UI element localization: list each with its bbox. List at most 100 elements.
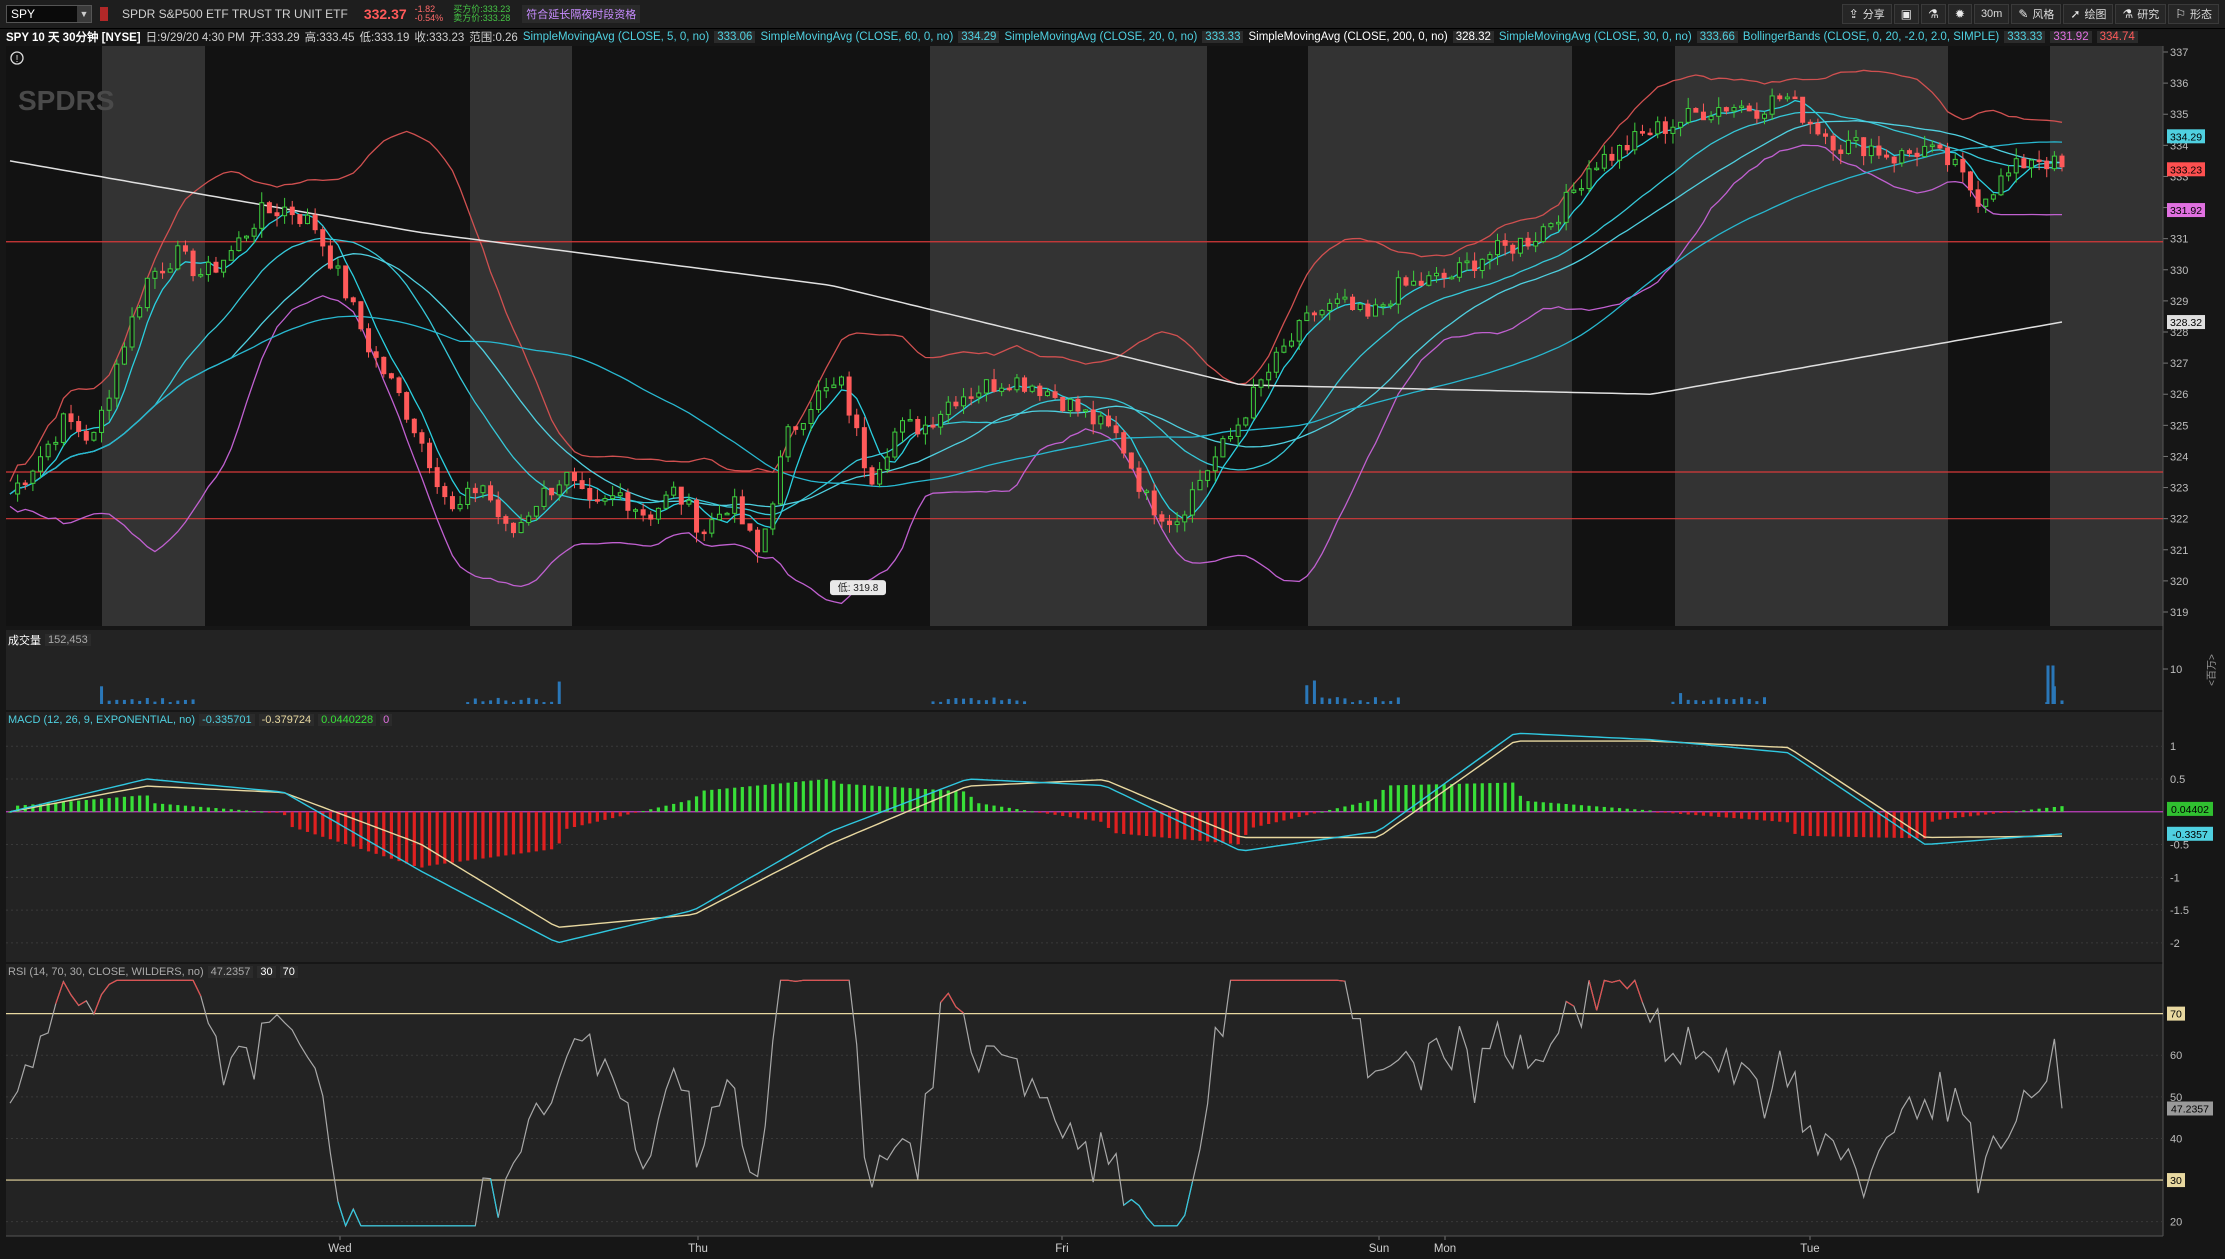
macd-histogram-bar bbox=[435, 811, 439, 865]
macd-histogram-bar bbox=[1145, 811, 1149, 837]
candle bbox=[1548, 223, 1554, 228]
candle bbox=[1388, 303, 1394, 307]
candle bbox=[1319, 309, 1325, 316]
candle bbox=[549, 487, 555, 496]
candle bbox=[1105, 415, 1111, 427]
candle bbox=[1929, 144, 1935, 148]
macd-histogram-bar bbox=[1488, 783, 1492, 812]
volume-bar bbox=[138, 700, 142, 704]
candle bbox=[1639, 131, 1645, 134]
volume-title: 成交量 152,453 bbox=[8, 632, 95, 648]
candle bbox=[1403, 277, 1409, 286]
candle bbox=[411, 418, 417, 434]
volume-bar bbox=[1023, 701, 1027, 704]
macd-histogram-bar bbox=[839, 783, 844, 812]
macd-histogram-bar bbox=[1228, 811, 1233, 844]
candle bbox=[106, 397, 112, 411]
candle bbox=[83, 430, 89, 441]
macd-histogram-bar bbox=[755, 785, 760, 812]
macd-histogram-bar bbox=[1465, 783, 1469, 812]
candle bbox=[1136, 467, 1142, 492]
rsi-level-label: 70 bbox=[2170, 1009, 2182, 1021]
macd-histogram-bar bbox=[206, 807, 210, 812]
candle bbox=[404, 392, 410, 420]
candle bbox=[396, 377, 402, 394]
macd-histogram-bar bbox=[1274, 811, 1278, 823]
candle bbox=[1205, 470, 1211, 481]
macd-histogram-bar bbox=[885, 786, 889, 812]
macd-histogram-bar bbox=[1320, 811, 1324, 813]
volume-bar bbox=[1747, 698, 1751, 704]
candle bbox=[1586, 168, 1592, 190]
candle bbox=[1815, 122, 1821, 135]
macd-histogram-bar bbox=[1701, 811, 1706, 816]
candle bbox=[1052, 391, 1058, 398]
candle bbox=[739, 496, 745, 525]
candle bbox=[457, 503, 463, 510]
macd-histogram-bar bbox=[1358, 802, 1362, 812]
macd-histogram-bar bbox=[1495, 782, 1500, 812]
macd-histogram-bar bbox=[1640, 809, 1645, 812]
candle bbox=[571, 471, 577, 482]
candle bbox=[594, 499, 600, 502]
macd-histogram-bar bbox=[794, 781, 798, 812]
candle bbox=[1876, 145, 1882, 156]
session-shade bbox=[1207, 46, 1308, 626]
watermark-text: SPDRS bbox=[18, 85, 114, 116]
candle bbox=[1250, 386, 1256, 419]
chart-canvas[interactable]: SPDRS!3193203213223233243253263273283293… bbox=[0, 0, 2225, 1259]
candle bbox=[305, 214, 311, 225]
macd-histogram-bar bbox=[1389, 785, 1393, 812]
candle bbox=[846, 376, 852, 416]
price-tick-label: 331 bbox=[2170, 234, 2188, 246]
volume-bar bbox=[519, 699, 523, 704]
macd-label[interactable]: MACD (12, 26, 9, EXPONENTIAL, no) bbox=[8, 714, 195, 726]
candle bbox=[838, 376, 844, 386]
volume-bar bbox=[168, 702, 172, 704]
candle bbox=[694, 499, 700, 533]
macd-histogram-bar bbox=[2022, 810, 2026, 812]
rsi-label[interactable]: RSI (14, 70, 30, CLOSE, WILDERS, no) bbox=[8, 966, 204, 978]
candle bbox=[953, 401, 959, 407]
macd-histogram-bar bbox=[1053, 811, 1057, 815]
macd-histogram-bar bbox=[1000, 806, 1004, 812]
candle bbox=[1166, 520, 1172, 526]
candle bbox=[129, 316, 135, 348]
volume-bar bbox=[1740, 697, 1744, 704]
candle bbox=[1472, 260, 1478, 271]
volume-label[interactable]: 成交量 bbox=[8, 632, 41, 648]
candle bbox=[793, 426, 799, 430]
macd-histogram-bar bbox=[99, 798, 104, 812]
candle bbox=[1800, 96, 1806, 123]
candle bbox=[2013, 158, 2019, 174]
candle bbox=[1861, 137, 1867, 157]
volume-bar bbox=[496, 697, 500, 704]
candle bbox=[427, 442, 433, 469]
day-label: Fri bbox=[1055, 1243, 1068, 1255]
candle bbox=[633, 509, 639, 512]
macd-histogram-bar bbox=[1556, 803, 1561, 812]
macd-histogram-bar bbox=[328, 811, 332, 840]
candle bbox=[991, 379, 997, 392]
candle bbox=[1838, 149, 1844, 154]
candle bbox=[1327, 302, 1333, 311]
macd-histogram-bar bbox=[305, 811, 310, 832]
volume-bar bbox=[130, 699, 134, 704]
candle bbox=[1594, 167, 1600, 171]
volume-bar bbox=[1328, 698, 1332, 704]
macd-diff-value: 0.0440228 bbox=[318, 714, 377, 726]
candle bbox=[1960, 158, 1966, 173]
macd-histogram-bar bbox=[1587, 805, 1591, 812]
session-day bbox=[2050, 46, 2163, 626]
macd-histogram-bar bbox=[389, 811, 394, 859]
candle bbox=[900, 420, 906, 433]
macd-histogram-bar bbox=[1564, 804, 1568, 812]
candle bbox=[1510, 244, 1516, 254]
candle bbox=[1212, 456, 1218, 472]
macd-histogram-bar bbox=[130, 796, 134, 812]
candle bbox=[922, 424, 928, 435]
candle bbox=[564, 471, 570, 486]
price-tick-label: 320 bbox=[2170, 576, 2188, 588]
candle bbox=[732, 496, 738, 514]
macd-histogram-bar bbox=[115, 797, 119, 812]
